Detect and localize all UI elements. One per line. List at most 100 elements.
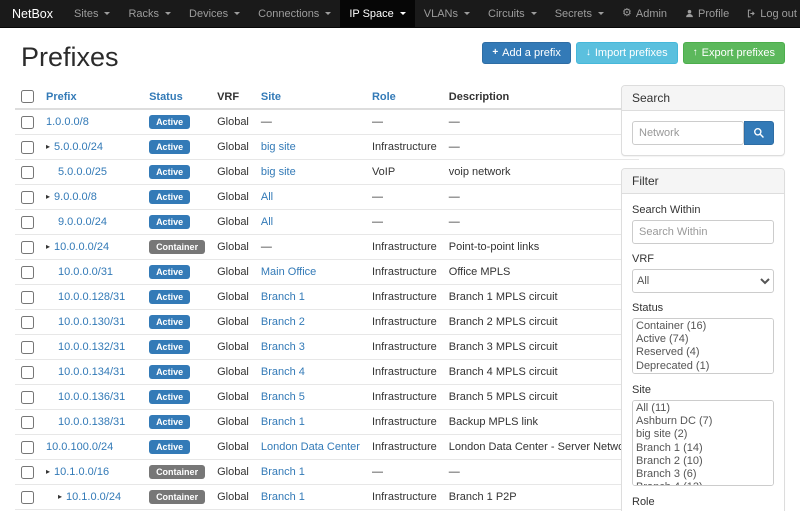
expand-caret-icon: ▸ — [46, 192, 50, 201]
site-link[interactable]: Branch 1 — [261, 291, 305, 303]
site-link[interactable]: Branch 3 — [261, 341, 305, 353]
prefix-link[interactable]: 9.0.0.0/24 — [58, 216, 107, 228]
search-within-input[interactable] — [632, 220, 774, 244]
prefix-link[interactable]: 10.0.0.0/31 — [58, 266, 113, 278]
sort-status-header[interactable]: Status — [149, 91, 183, 103]
site-link[interactable]: big site — [261, 166, 296, 178]
prefix-link[interactable]: 10.0.0.136/31 — [58, 391, 125, 403]
select-all-checkbox[interactable] — [21, 90, 34, 103]
site-filter-listbox[interactable]: All (11)Ashburn DC (7)big site (2)Branch… — [632, 400, 774, 486]
filter-option[interactable]: big site (2) — [634, 428, 772, 441]
filter-option[interactable]: Ashburn DC (7) — [634, 415, 772, 428]
add-prefix-button[interactable]: + Add a prefix — [482, 42, 571, 64]
prefix-link[interactable]: 10.0.0.138/31 — [58, 416, 125, 428]
prefix-link[interactable]: 10.0.0.130/31 — [58, 316, 125, 328]
filter-option[interactable]: Branch 1 (14) — [634, 442, 772, 455]
nav-item-vlans[interactable]: VLANs — [415, 0, 479, 27]
import-prefixes-button[interactable]: ↓ Import prefixes — [576, 42, 678, 64]
admin-label: Admin — [636, 8, 667, 20]
nav-item-secrets[interactable]: Secrets — [546, 0, 613, 27]
prefix-link[interactable]: 1.0.0.0/8 — [46, 116, 89, 128]
status-badge: Active — [149, 265, 190, 279]
nav-item-racks[interactable]: Racks — [119, 0, 180, 27]
site-link[interactable]: Main Office — [261, 266, 316, 278]
row-checkbox[interactable] — [21, 341, 34, 354]
site-link[interactable]: Branch 4 — [261, 366, 305, 378]
site-link[interactable]: All — [261, 216, 273, 228]
site-link[interactable]: Branch 1 — [261, 491, 305, 503]
row-checkbox[interactable] — [21, 216, 34, 229]
search-button[interactable] — [744, 121, 774, 145]
nav-item-circuits[interactable]: Circuits — [479, 0, 546, 27]
site-link[interactable]: Branch 5 — [261, 391, 305, 403]
nav-item-label: Racks — [128, 8, 159, 20]
row-checkbox[interactable] — [21, 391, 34, 404]
row-checkbox[interactable] — [21, 466, 34, 479]
prefix-link[interactable]: 5.0.0.0/25 — [58, 166, 107, 178]
prefix-link[interactable]: 5.0.0.0/24 — [54, 141, 103, 153]
vrf-cell: Global — [211, 135, 255, 160]
row-checkbox[interactable] — [21, 416, 34, 429]
status-filter-listbox[interactable]: Container (16)Active (74)Reserved (4)Dep… — [632, 318, 774, 374]
row-checkbox[interactable] — [21, 241, 34, 254]
row-checkbox[interactable] — [21, 441, 34, 454]
row-checkbox[interactable] — [21, 366, 34, 379]
prefix-link[interactable]: 10.1.0.0/24 — [66, 491, 121, 503]
row-checkbox[interactable] — [21, 266, 34, 279]
prefix-link[interactable]: 10.0.0.0/24 — [54, 241, 109, 253]
filter-option[interactable]: Container (16) — [634, 320, 772, 333]
vrf-select[interactable]: All — [632, 269, 774, 293]
logout-link[interactable]: Log out — [738, 0, 800, 27]
app-logo[interactable]: NetBox — [0, 0, 65, 27]
row-checkbox[interactable] — [21, 491, 34, 504]
prefix-link[interactable]: 10.0.100.0/24 — [46, 441, 113, 453]
prefix-cell: ▸10.1.0.0/16 — [40, 460, 143, 485]
row-checkbox[interactable] — [21, 141, 34, 154]
status-cell: Active — [143, 109, 211, 135]
sort-site-header[interactable]: Site — [261, 91, 281, 103]
site-link[interactable]: London Data Center — [261, 441, 360, 453]
prefix-cell: 10.0.0.132/31 — [40, 335, 143, 360]
row-checkbox[interactable] — [21, 191, 34, 204]
row-checkbox[interactable] — [21, 166, 34, 179]
filter-option[interactable]: All (11) — [634, 402, 772, 415]
filter-option[interactable]: Branch 3 (6) — [634, 468, 772, 481]
filter-option[interactable]: Deprecated (1) — [634, 360, 772, 373]
prefix-link[interactable]: 10.0.0.128/31 — [58, 291, 125, 303]
status-filter-label: Status — [632, 302, 774, 314]
status-badge: Active — [149, 440, 190, 454]
role-cell: — — [366, 185, 443, 210]
filter-option[interactable]: Branch 2 (10) — [634, 455, 772, 468]
filter-option[interactable]: Active (74) — [634, 333, 772, 346]
row-checkbox[interactable] — [21, 291, 34, 304]
prefix-link[interactable]: 10.0.0.132/31 — [58, 341, 125, 353]
status-badge: Active — [149, 365, 190, 379]
row-checkbox[interactable] — [21, 316, 34, 329]
row-checkbox[interactable] — [21, 116, 34, 129]
nav-item-devices[interactable]: Devices — [180, 0, 249, 27]
nav-item-connections[interactable]: Connections — [249, 0, 340, 27]
nav-item-sites[interactable]: Sites — [65, 0, 119, 27]
profile-link[interactable]: Profile — [676, 0, 738, 27]
sort-prefix-header[interactable]: Prefix — [46, 91, 77, 103]
sort-role-header[interactable]: Role — [372, 91, 396, 103]
search-input[interactable] — [632, 121, 744, 145]
site-link[interactable]: Branch 1 — [261, 466, 305, 478]
site-link[interactable]: Branch 2 — [261, 316, 305, 328]
export-prefixes-button[interactable]: ↑ Export prefixes — [683, 42, 785, 64]
description-column-header: Description — [443, 85, 640, 109]
prefix-link[interactable]: 10.1.0.0/16 — [54, 466, 109, 478]
import-icon: ↓ — [586, 48, 591, 58]
prefix-link[interactable]: 10.0.0.134/31 — [58, 366, 125, 378]
status-badge: Active — [149, 140, 190, 154]
filter-option[interactable]: Reserved (4) — [634, 346, 772, 359]
nav-item-ip-space[interactable]: IP Space — [340, 0, 414, 27]
filter-option[interactable]: Branch 4 (12) — [634, 481, 772, 486]
status-badge: Active — [149, 165, 190, 179]
site-link[interactable]: big site — [261, 141, 296, 153]
prefix-link[interactable]: 9.0.0.0/8 — [54, 191, 97, 203]
navbar-right: ⚙ Admin Profile Log out — [613, 0, 800, 27]
site-link[interactable]: Branch 1 — [261, 416, 305, 428]
site-link[interactable]: All — [261, 191, 273, 203]
admin-link[interactable]: ⚙ Admin — [613, 0, 676, 27]
